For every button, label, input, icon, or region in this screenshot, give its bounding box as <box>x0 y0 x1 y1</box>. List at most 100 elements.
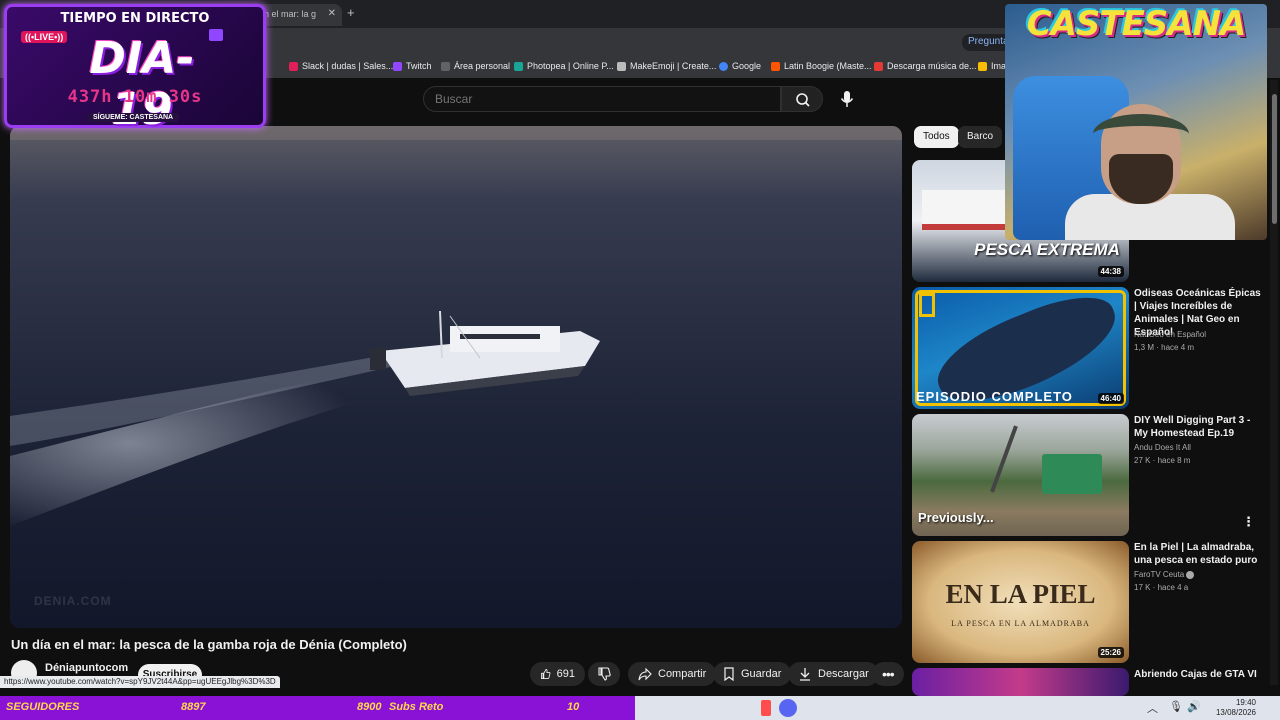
recommendation-thumbnail[interactable]: EPISODIO COMPLETO 46:40 <box>912 287 1129 409</box>
subs-label: Subs Reto <box>389 701 444 713</box>
photopea-icon <box>514 61 523 71</box>
microphone-icon <box>840 91 854 107</box>
crane-shape <box>990 425 1018 493</box>
recommendation-thumbnail[interactable]: Previously... <box>912 414 1129 536</box>
video-frame-boat-scene <box>10 126 902 628</box>
chip-barco[interactable]: Barco <box>958 126 1003 148</box>
video-title: Un día en el mar: la pesca de la gamba r… <box>11 637 407 652</box>
bookmark-photopea[interactable]: Photopea | Online P... <box>514 61 614 71</box>
scrollbar-thumb[interactable] <box>1272 94 1277 224</box>
subs-value: 10 <box>567 701 580 713</box>
microphone-tray-icon[interactable]: 🎙 <box>1169 700 1183 713</box>
video-duration: 44:38 <box>1097 266 1124 277</box>
live-badge: ((•LIVE•)) <box>21 31 68 43</box>
truck-shape <box>1042 454 1102 494</box>
google-icon <box>719 61 728 71</box>
streamer-logo: CASTESANA <box>1026 4 1247 44</box>
discord-icon[interactable] <box>779 699 797 717</box>
download-button[interactable]: Descargar <box>788 662 879 686</box>
recommendation-thumbnail[interactable]: EN LA PIEL LA PESCA EN LA ALMADRABA 25:2… <box>912 541 1129 663</box>
recommendation-thumbnail[interactable] <box>912 668 1129 696</box>
bookmark-google[interactable]: Google <box>719 61 761 71</box>
share-label: Compartir <box>658 668 707 680</box>
nat-geo-logo-icon <box>919 293 935 317</box>
stream-ticker: SEGUIDORES 8897 8900 Subs Reto 10 <box>0 696 635 720</box>
download-icon <box>800 668 810 681</box>
clock-time: 19:40 <box>1235 698 1256 707</box>
thumbnail-text: PESCA EXTREMA <box>974 240 1120 259</box>
bookmark-twitch[interactable]: Twitch <box>393 61 432 71</box>
headset-shape <box>1093 114 1189 154</box>
bookmark-icon <box>724 667 734 681</box>
chip-todos[interactable]: Todos <box>914 126 959 148</box>
recommendation-title[interactable]: En la Piel | La almadraba, una pesca en … <box>1134 541 1262 567</box>
channel-name[interactable]: Déniapuntocom <box>45 662 128 674</box>
video-watermark: DENIA.COM <box>34 594 112 608</box>
tab-title: n el mar: la g <box>264 9 317 19</box>
thumbnail-text: EN LA PIEL <box>945 579 1096 609</box>
bookmark-makeemoji[interactable]: MakeEmoji | Create... <box>617 61 716 71</box>
share-button[interactable]: Compartir <box>628 662 717 686</box>
recommendation-meta: 27 K · hace 8 m <box>1134 456 1191 465</box>
thumbs-up-icon <box>541 669 551 679</box>
slack-icon <box>289 61 298 71</box>
like-count: 691 <box>556 668 575 680</box>
like-button[interactable]: 691 <box>530 662 585 686</box>
tray-chevron-icon[interactable]: ︿ <box>1147 700 1158 716</box>
status-url: https://www.youtube.com/watch?v=spY9JV2t… <box>0 676 280 688</box>
download-label: Descargar <box>818 668 869 680</box>
share-icon <box>638 667 652 681</box>
more-vertical-icon[interactable]: ⋮ <box>1242 514 1255 530</box>
recommendation-channel[interactable]: Nat Geo en Español <box>1134 328 1206 341</box>
thumbs-down-icon <box>598 667 611 681</box>
video-duration: 46:40 <box>1097 393 1124 404</box>
followers-value: 8897 <box>181 701 206 713</box>
taskbar-clock[interactable]: 19:40 13/08/2026 <box>1216 698 1256 718</box>
thumbnail-text: EPISODIO COMPLETO <box>916 389 1073 404</box>
stream-timer-overlay: TIEMPO EN DIRECTO ((•LIVE•)) DIA-19 437h… <box>4 4 266 135</box>
thumbnail-text: Previously... <box>918 510 994 525</box>
more-actions-button[interactable]: ••• <box>872 662 904 686</box>
verified-icon <box>1186 571 1194 579</box>
recommendation-channel[interactable]: Andu Does It All <box>1134 441 1191 454</box>
overlay-header: TIEMPO EN DIRECTO <box>60 11 210 26</box>
overlay-follow: SÍGUEME: CASTESANA <box>87 113 180 122</box>
bookmark-area-personal[interactable]: Área personal <box>441 61 510 71</box>
music-icon <box>874 61 883 71</box>
app-icon-red[interactable] <box>761 700 771 716</box>
video-player[interactable]: DENIA.COM <box>10 126 902 628</box>
more-horizontal-icon: ••• <box>882 666 895 682</box>
webcam-overlay: CASTESANA <box>1005 4 1267 240</box>
recommendation-meta: 1,3 M · hace 4 m <box>1134 343 1195 352</box>
save-button[interactable]: Guardar <box>713 662 792 686</box>
search-box[interactable] <box>423 86 781 112</box>
taskbar: ︿ 🎙 🔊 19:40 13/08/2026 <box>635 696 1280 720</box>
clock-date: 13/08/2026 <box>1215 708 1256 717</box>
search-input[interactable] <box>424 87 780 111</box>
soundcloud-icon <box>771 61 780 71</box>
recommendation-title[interactable]: Abriendo Cajas de GTA VI <box>1134 668 1262 681</box>
save-label: Guardar <box>741 668 782 680</box>
page-icon <box>441 61 450 71</box>
overlay-timer: 437h 10m 30s <box>67 87 203 107</box>
image-icon <box>978 61 987 71</box>
followers-label: SEGUIDORES <box>6 701 80 713</box>
recommendation-meta: 17 K · hace 4 a <box>1134 583 1189 592</box>
makeemoji-icon <box>617 61 626 71</box>
dislike-button[interactable] <box>588 662 620 686</box>
voice-search-button[interactable] <box>836 88 858 110</box>
thumbnail-subtext: LA PESCA EN LA ALMADRABA <box>951 619 1090 628</box>
recommendation-title[interactable]: DIY Well Digging Part 3 - My Homestead E… <box>1134 414 1262 440</box>
ask-label: Pregunta <box>968 36 1009 47</box>
speaker-icon[interactable]: 🔊 <box>1187 700 1201 713</box>
tab-close-icon[interactable]: ✕ <box>328 8 336 19</box>
search-button[interactable] <box>781 86 823 112</box>
recommendation-channel[interactable]: FaroTV Ceuta <box>1134 568 1184 581</box>
bookmark-latin-boogie[interactable]: Latin Boogie (Maste... <box>771 61 872 71</box>
bookmark-descarga-musica[interactable]: Descarga música de... <box>874 61 977 71</box>
subs-total: 8900 <box>357 701 382 713</box>
bookmark-ima[interactable]: Ima <box>978 61 1006 71</box>
twitch-icon <box>393 61 402 71</box>
bookmark-slack[interactable]: Slack | dudas | Sales... <box>289 61 393 71</box>
new-tab-icon[interactable]: + <box>347 5 355 20</box>
